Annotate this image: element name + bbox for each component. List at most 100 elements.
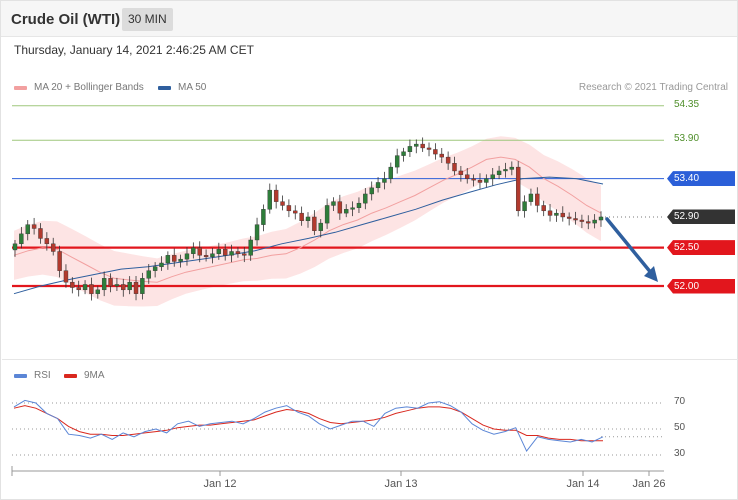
candle-body bbox=[528, 193, 534, 202]
candle-body bbox=[82, 284, 88, 291]
candle-body bbox=[426, 147, 432, 150]
candle-body bbox=[344, 209, 349, 214]
legend-label-rsi-ma: 9MA bbox=[84, 370, 105, 381]
candle-body bbox=[509, 166, 515, 170]
candle-body bbox=[146, 270, 151, 279]
candle-body bbox=[318, 222, 323, 231]
candle-body bbox=[197, 247, 202, 256]
candle-body bbox=[261, 209, 266, 225]
candle-body bbox=[522, 201, 527, 212]
candle-body bbox=[566, 216, 572, 219]
candle-body bbox=[535, 193, 540, 206]
candle-body bbox=[216, 248, 222, 254]
candle-body bbox=[445, 156, 451, 164]
candle-body bbox=[89, 284, 94, 294]
candle-body bbox=[280, 201, 285, 206]
candle-body bbox=[184, 253, 190, 260]
candle-body bbox=[95, 289, 101, 294]
candle-body bbox=[76, 287, 81, 291]
candle-body bbox=[388, 166, 394, 179]
candle-body bbox=[191, 247, 196, 254]
candle-body bbox=[248, 239, 253, 256]
candle-body bbox=[503, 169, 508, 172]
candle-body bbox=[293, 210, 298, 214]
candle-body bbox=[19, 233, 24, 245]
candle-body bbox=[490, 174, 495, 179]
candle-body bbox=[57, 251, 62, 271]
candle-body bbox=[471, 178, 476, 181]
price-chart-canvas bbox=[11, 105, 664, 476]
candle-body bbox=[515, 166, 521, 212]
target-level-label: 53.90 bbox=[674, 133, 700, 145]
candle-body bbox=[452, 163, 457, 172]
candle-body bbox=[369, 187, 374, 195]
candle-body bbox=[286, 205, 292, 212]
candle-body bbox=[312, 216, 317, 231]
candle-body bbox=[229, 251, 234, 256]
last-level-tag: 52.90 bbox=[667, 209, 735, 225]
candle-body bbox=[331, 201, 336, 206]
candle-body bbox=[70, 281, 75, 288]
candle-body bbox=[51, 243, 56, 252]
candle-body bbox=[420, 143, 425, 149]
legend-item-rsi-ma: 9MA bbox=[64, 370, 105, 381]
legend-label-rsi: RSI bbox=[34, 370, 51, 381]
candle-body bbox=[375, 182, 381, 189]
candle-body bbox=[31, 224, 37, 229]
legend-item-rsi: RSI bbox=[14, 370, 51, 381]
rsi-swatch bbox=[14, 373, 27, 378]
candle-body bbox=[394, 155, 400, 168]
candle-body bbox=[210, 253, 215, 258]
candle-body bbox=[458, 170, 464, 175]
candle-body bbox=[299, 212, 304, 222]
candle-body bbox=[337, 201, 343, 214]
candle-body bbox=[305, 216, 311, 222]
candle-body bbox=[121, 284, 126, 291]
candle-body bbox=[178, 258, 183, 262]
candle-body bbox=[433, 149, 438, 155]
candle-body bbox=[401, 151, 406, 156]
candle-body bbox=[541, 205, 546, 212]
candle-body bbox=[324, 205, 330, 224]
candle-body bbox=[547, 210, 553, 216]
candle-body bbox=[592, 219, 597, 224]
candle-body bbox=[133, 281, 139, 294]
support-level-tag: 52.50 bbox=[667, 240, 735, 256]
candle-body bbox=[267, 189, 272, 210]
candle-body bbox=[439, 153, 444, 158]
candle-body bbox=[554, 212, 559, 216]
candle-body bbox=[114, 284, 120, 287]
candle-body bbox=[127, 281, 132, 291]
x-tick-label: Jan 13 bbox=[384, 478, 418, 490]
candle-body bbox=[242, 253, 247, 256]
candle-body bbox=[101, 278, 107, 291]
support-level-tag: 52.00 bbox=[667, 278, 735, 294]
rsi-tick-label: 30 bbox=[674, 448, 686, 459]
candle-body bbox=[414, 143, 419, 147]
candle-body bbox=[140, 278, 145, 294]
candle-body bbox=[350, 207, 355, 210]
rsi-ma-line bbox=[13, 405, 603, 442]
candle-body bbox=[235, 251, 241, 254]
candle-body bbox=[560, 212, 565, 218]
resistance-level-tag: 53.40 bbox=[667, 171, 735, 187]
candle-body bbox=[172, 255, 177, 262]
candle-body bbox=[165, 255, 171, 264]
panel-divider bbox=[2, 359, 738, 360]
candle-body bbox=[484, 178, 489, 183]
x-tick-label: Jan 26 bbox=[632, 478, 666, 490]
candle-body bbox=[382, 178, 387, 183]
target-level-label: 54.35 bbox=[674, 98, 700, 110]
candle-body bbox=[496, 170, 502, 175]
rsi-ma-swatch bbox=[64, 373, 77, 378]
candle-body bbox=[273, 189, 279, 202]
candle-body bbox=[12, 243, 18, 251]
rsi-tick-label: 50 bbox=[674, 422, 686, 433]
candle-body bbox=[477, 179, 483, 183]
candle-body bbox=[63, 270, 69, 283]
candle-body bbox=[108, 278, 113, 287]
x-tick-label: Jan 14 bbox=[566, 478, 600, 490]
candle-body bbox=[25, 224, 30, 235]
candle-body bbox=[579, 219, 585, 222]
forecast-arrow-shaft bbox=[605, 217, 654, 276]
